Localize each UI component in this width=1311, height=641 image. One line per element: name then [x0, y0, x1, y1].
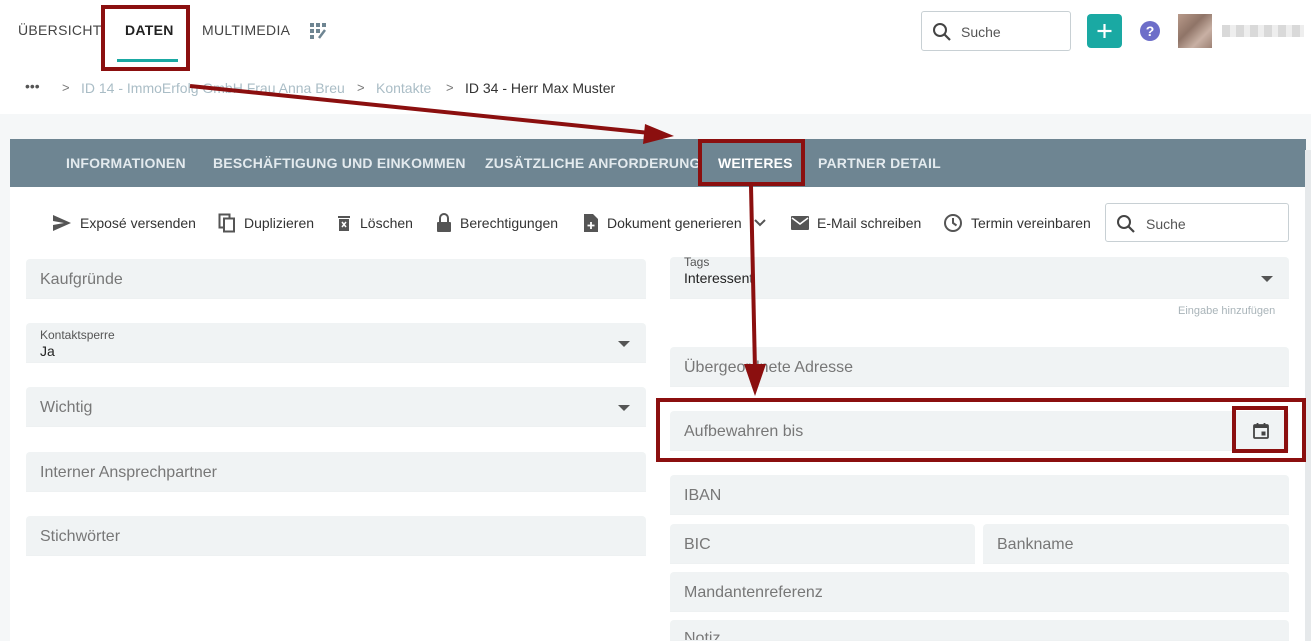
detail-tabs: INFORMATIONEN BESCHÄFTIGUNG UND EINKOMME…: [10, 139, 1306, 187]
field-placeholder: Mandantenreferenz: [684, 584, 823, 601]
bankname-field[interactable]: Bankname: [983, 524, 1289, 564]
plus-icon: [1097, 24, 1112, 38]
field-placeholder: BIC: [684, 536, 711, 553]
chevron-down-icon[interactable]: [753, 219, 766, 227]
tab-zusaetzliche-anforderung[interactable]: ZUSÄTZLICHE ANFORDERUNG: [485, 155, 701, 171]
field-placeholder: Notiz: [684, 630, 721, 641]
breadcrumb-item-current: ID 34 - Herr Max Muster: [465, 80, 616, 96]
write-email-button[interactable]: E-Mail schreiben: [791, 212, 921, 234]
search-icon: [933, 23, 951, 41]
global-search-input[interactable]: Suche: [921, 11, 1071, 51]
tab-beschaeftigung[interactable]: BESCHÄFTIGUNG UND EINKOMMEN: [213, 155, 466, 171]
breadcrumb: ••• > ID 14 - ImmoErfolg GmbH Frau Anna …: [0, 64, 1311, 114]
tags-hint: Eingabe hinzufügen: [1178, 305, 1276, 317]
field-value: Ja: [40, 343, 55, 359]
duplicate-button[interactable]: Duplizieren: [218, 212, 314, 234]
breadcrumb-separator: >: [446, 80, 454, 95]
tab-informationen[interactable]: INFORMATIONEN: [66, 155, 186, 171]
tab-uebersicht[interactable]: ÜBERSICHT: [18, 22, 102, 38]
mail-icon: [791, 216, 809, 230]
aufbewahren-date-field[interactable]: Aufbewahren bis: [670, 411, 1289, 451]
field-value: Interessent: [684, 270, 754, 286]
tab-daten[interactable]: DATEN: [125, 22, 174, 38]
stichwoerter-field[interactable]: Stichwörter: [26, 516, 646, 556]
field-label: Tags: [684, 255, 710, 269]
action-label: Duplizieren: [244, 215, 315, 231]
action-label: Löschen: [360, 215, 413, 231]
help-icon[interactable]: ?: [1140, 21, 1160, 41]
field-placeholder: Stichwörter: [40, 528, 121, 545]
user-name-blurred[interactable]: [1222, 25, 1304, 37]
document-add-icon: [584, 214, 598, 232]
bic-field[interactable]: BIC: [670, 524, 975, 564]
scrollbar[interactable]: [1305, 150, 1311, 641]
action-label: Exposé versenden: [80, 215, 196, 231]
kontaktsperre-select[interactable]: Kontaktsperre Ja: [26, 323, 646, 363]
tab-multimedia[interactable]: MULTIMEDIA: [202, 22, 290, 38]
adresse-field[interactable]: Übergeordnete Adresse: [670, 347, 1289, 387]
field-placeholder: Wichtig: [40, 399, 93, 416]
schedule-appointment-button[interactable]: Termin vereinbaren: [943, 212, 1091, 234]
dropdown-arrow-icon: [618, 405, 630, 411]
field-placeholder: Interner Ansprechpartner: [40, 464, 217, 481]
content-search-input[interactable]: Suche: [1105, 203, 1289, 242]
breadcrumb-separator: >: [62, 80, 70, 95]
search-icon: [1117, 215, 1135, 233]
notiz-field[interactable]: Notiz: [670, 620, 1289, 641]
breadcrumb-item-company[interactable]: ID 14 - ImmoErfolg GmbH Frau Anna Breu: [81, 80, 345, 96]
field-placeholder: Bankname: [997, 536, 1074, 553]
dropdown-arrow-icon: [1261, 276, 1273, 282]
tab-weiteres[interactable]: WEITERES: [718, 155, 793, 171]
breadcrumb-more-icon[interactable]: •••: [25, 78, 40, 94]
breadcrumb-item-kontakte[interactable]: Kontakte: [376, 80, 431, 96]
action-label: E-Mail schreiben: [817, 215, 922, 231]
tab-partner-detail[interactable]: PARTNER DETAIL: [818, 155, 941, 171]
lock-icon: [437, 213, 451, 232]
active-tab-indicator: [117, 59, 178, 62]
iban-field[interactable]: IBAN: [670, 475, 1289, 515]
avatar[interactable]: [1178, 14, 1212, 48]
clock-icon: [944, 214, 962, 232]
grid-menu-icon[interactable]: [309, 22, 327, 40]
generate-document-button[interactable]: Dokument generieren: [583, 212, 774, 234]
copy-icon: [218, 213, 235, 233]
dropdown-arrow-icon: [618, 341, 630, 347]
field-label: Kontaktsperre: [40, 328, 115, 342]
top-navigation: ÜBERSICHT DATEN MULTIMEDIA Suche ?: [0, 0, 1311, 64]
field-placeholder: Kaufgründe: [40, 271, 123, 288]
delete-button[interactable]: Löschen: [336, 212, 413, 234]
trash-icon: [338, 216, 350, 231]
wichtig-select[interactable]: Wichtig: [26, 387, 646, 427]
action-label: Dokument generieren: [607, 215, 742, 231]
search-placeholder: Suche: [1146, 216, 1186, 232]
expose-send-button[interactable]: Exposé versenden: [52, 212, 196, 234]
field-placeholder: Übergeordnete Adresse: [684, 359, 853, 376]
field-placeholder: Aufbewahren bis: [684, 423, 804, 440]
action-label: Berechtigungen: [460, 215, 559, 231]
calendar-icon[interactable]: [1253, 422, 1269, 439]
kaufgruende-field[interactable]: Kaufgründe: [26, 259, 646, 299]
search-placeholder: Suche: [961, 24, 1001, 40]
send-icon: [53, 215, 71, 231]
mandantenreferenz-field[interactable]: Mandantenreferenz: [670, 572, 1289, 612]
tags-select[interactable]: Tags Interessent: [670, 255, 1289, 299]
permissions-button[interactable]: Berechtigungen: [436, 212, 558, 234]
action-label: Termin vereinbaren: [971, 215, 1091, 231]
add-button[interactable]: [1087, 14, 1122, 48]
breadcrumb-separator: >: [357, 80, 365, 95]
ansprechpartner-field[interactable]: Interner Ansprechpartner: [26, 452, 646, 492]
field-placeholder: IBAN: [684, 487, 722, 504]
